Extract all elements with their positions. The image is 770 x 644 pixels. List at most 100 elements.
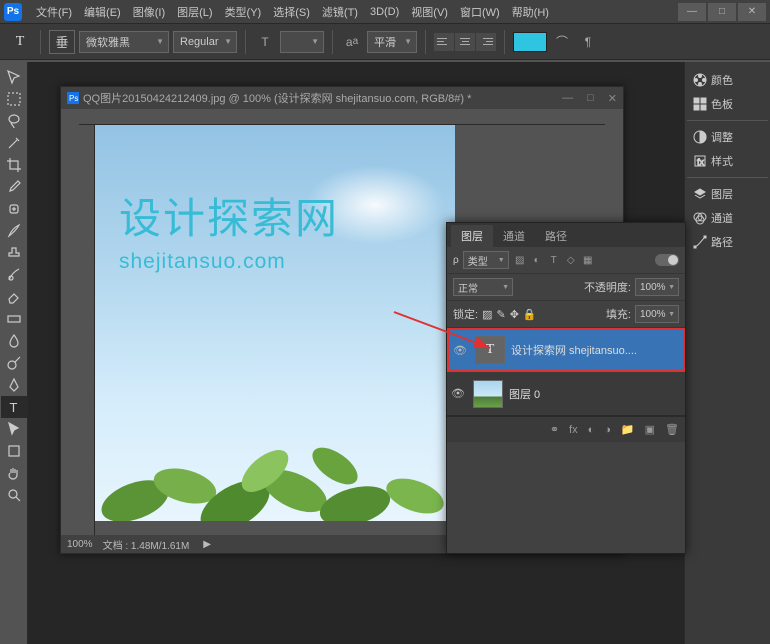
menu-filter[interactable]: 滤镜(T): [316, 4, 364, 20]
doc-maximize[interactable]: □: [587, 92, 594, 105]
window-maximize[interactable]: □: [708, 3, 736, 21]
opacity-value[interactable]: 100%: [635, 278, 679, 296]
visibility-icon[interactable]: 👁: [451, 387, 467, 400]
panel-adjust[interactable]: 调整: [687, 125, 768, 149]
fill-value[interactable]: 100%: [635, 305, 679, 323]
panel-color[interactable]: 颜色: [687, 68, 768, 92]
font-size-select[interactable]: [280, 31, 324, 53]
adjustment-layer-icon[interactable]: ◑: [604, 424, 611, 436]
panel-swatches[interactable]: 色板: [687, 92, 768, 116]
filter-toggle[interactable]: [655, 254, 679, 266]
text-align-group[interactable]: [434, 33, 496, 51]
crop-tool[interactable]: [1, 154, 27, 176]
layer-mask-icon[interactable]: ◐: [588, 424, 595, 436]
layer-name[interactable]: 设计探索网 shejitansuo....: [511, 342, 637, 358]
canvas[interactable]: 设计探索网 shejitansuo.com: [95, 125, 455, 521]
zoom-level[interactable]: 100%: [67, 539, 93, 550]
menu-window[interactable]: 窗口(W): [454, 4, 506, 20]
layer-name[interactable]: 图层 0: [509, 386, 540, 402]
doc-minimize[interactable]: —: [562, 92, 573, 105]
visibility-icon[interactable]: 👁: [453, 344, 469, 357]
blend-mode-select[interactable]: 正常: [453, 278, 513, 296]
menu-type[interactable]: 类型(Y): [219, 4, 268, 20]
filter-type-icon[interactable]: T: [547, 253, 561, 267]
doc-close[interactable]: ✕: [608, 92, 617, 105]
zoom-tool[interactable]: [1, 484, 27, 506]
filter-shape-icon[interactable]: ◇: [564, 253, 578, 267]
aa-select[interactable]: 平滑: [367, 31, 417, 53]
panel-channels[interactable]: 通道: [687, 206, 768, 230]
layer-filter-kind[interactable]: 类型: [463, 251, 509, 269]
layer-item-text[interactable]: 👁 T 设计探索网 shejitansuo....: [447, 328, 685, 372]
panel-layers[interactable]: 图层: [687, 182, 768, 206]
menu-select[interactable]: 选择(S): [267, 4, 316, 20]
window-minimize[interactable]: —: [678, 3, 706, 21]
layer-fx-icon[interactable]: fx: [569, 424, 578, 436]
eyedropper-tool[interactable]: [1, 176, 27, 198]
lock-all-icon[interactable]: 🔒: [523, 308, 537, 321]
ps-logo: Ps: [4, 3, 22, 21]
tab-channels[interactable]: 通道: [493, 225, 535, 247]
filter-adjust-icon[interactable]: ◐: [530, 253, 544, 267]
panel-paths[interactable]: 路径: [687, 230, 768, 254]
type-tool[interactable]: T: [1, 396, 27, 418]
text-color-swatch[interactable]: [513, 32, 547, 52]
blur-tool[interactable]: [1, 330, 27, 352]
marquee-tool[interactable]: [1, 88, 27, 110]
lock-move-icon[interactable]: ✥: [510, 308, 519, 321]
menu-image[interactable]: 图像(I): [127, 4, 171, 20]
font-family-select[interactable]: 微软雅黑: [79, 31, 169, 53]
tools-panel: T: [0, 62, 28, 644]
layers-panel: 图层 通道 路径 ρ 类型 ▨ ◐ T ◇ ▦ 正常 不透明度: 100% 锁定…: [446, 222, 686, 554]
menu-view[interactable]: 视图(V): [405, 4, 454, 20]
pen-tool[interactable]: [1, 374, 27, 396]
menu-file[interactable]: 文件(F): [30, 4, 78, 20]
menu-edit[interactable]: 编辑(E): [78, 4, 127, 20]
lasso-tool[interactable]: [1, 110, 27, 132]
filter-smart-icon[interactable]: ▦: [581, 253, 595, 267]
move-tool[interactable]: [1, 66, 27, 88]
orientation-toggle[interactable]: 垂: [49, 30, 75, 54]
stamp-tool[interactable]: [1, 242, 27, 264]
doc-size-info: 文档 : 1.48M/1.61M: [103, 537, 190, 552]
tab-paths[interactable]: 路径: [535, 225, 577, 247]
menu-help[interactable]: 帮助(H): [506, 4, 555, 20]
font-weight-select[interactable]: Regular: [173, 31, 237, 53]
warp-text-icon[interactable]: ⌒: [551, 31, 573, 53]
menu-layer[interactable]: 图层(L): [171, 4, 218, 20]
dodge-tool[interactable]: [1, 352, 27, 374]
heal-tool[interactable]: [1, 198, 27, 220]
link-layers-icon[interactable]: ⚭: [550, 423, 559, 436]
lock-transparent-icon[interactable]: ▨: [482, 308, 492, 321]
lock-paint-icon[interactable]: ✎: [496, 308, 505, 321]
layer-item-bg[interactable]: 👁 图层 0: [447, 372, 685, 416]
type-tool-icon: T: [8, 30, 32, 54]
panel-styles[interactable]: fx样式: [687, 149, 768, 173]
eraser-tool[interactable]: [1, 286, 27, 308]
menu-3d[interactable]: 3D(D): [364, 6, 405, 18]
brush-tool[interactable]: [1, 220, 27, 242]
tab-layers[interactable]: 图层: [451, 225, 493, 247]
right-panels: 颜色 色板 调整 fx样式 图层 通道 路径: [684, 62, 770, 644]
history-brush-tool[interactable]: [1, 264, 27, 286]
overlay-sub-text: shejitansuo.com: [119, 250, 339, 274]
char-panel-icon[interactable]: ¶: [577, 31, 599, 53]
layer-group-icon[interactable]: 📁: [621, 423, 635, 436]
delete-layer-icon[interactable]: 🗑: [665, 423, 679, 436]
svg-text:fx: fx: [697, 157, 705, 167]
window-close[interactable]: ✕: [738, 3, 766, 21]
hand-tool[interactable]: [1, 462, 27, 484]
ruler-vertical[interactable]: [79, 125, 95, 535]
ruler-horizontal[interactable]: [79, 109, 605, 125]
wand-tool[interactable]: [1, 132, 27, 154]
svg-text:Ps: Ps: [69, 94, 78, 103]
new-layer-icon[interactable]: ▣: [645, 423, 655, 436]
layer-thumb-image: [473, 380, 503, 408]
aa-label: aa: [341, 31, 363, 53]
text-layer-overlay[interactable]: 设计探索网 shejitansuo.com: [119, 185, 339, 274]
gradient-tool[interactable]: [1, 308, 27, 330]
shape-tool[interactable]: [1, 440, 27, 462]
path-select-tool[interactable]: [1, 418, 27, 440]
overlay-main-text: 设计探索网: [119, 185, 339, 246]
filter-pixel-icon[interactable]: ▨: [513, 253, 527, 267]
